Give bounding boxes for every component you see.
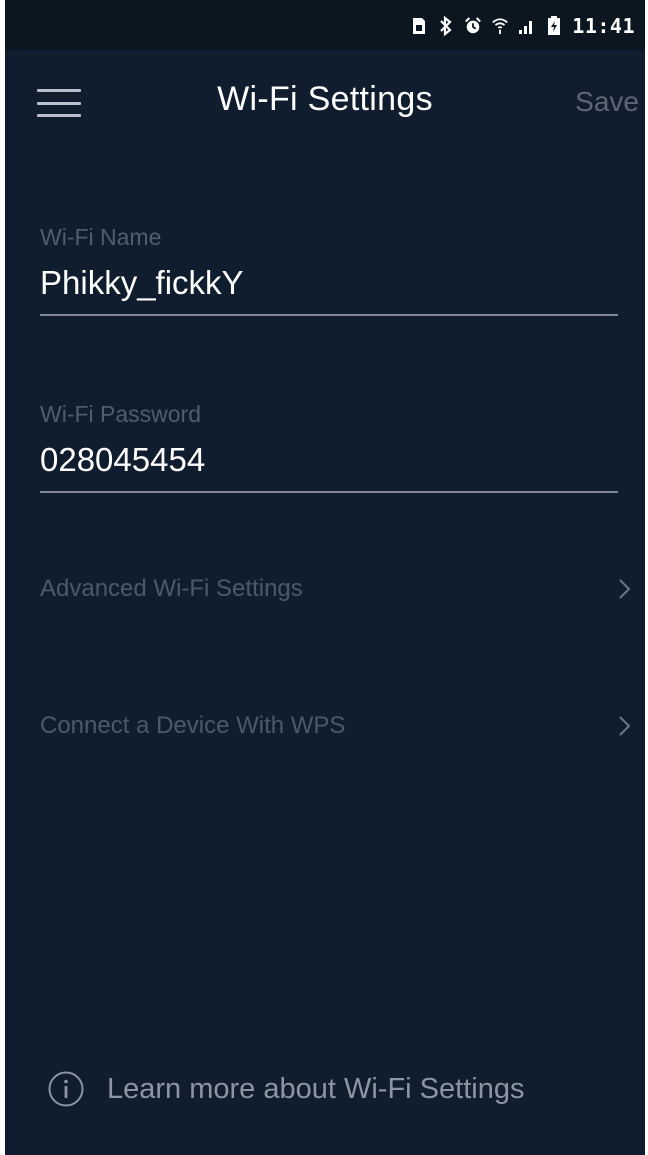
wifi-name-input[interactable] [40,264,618,316]
status-icons: 11:41 [410,14,635,38]
chevron-right-icon [618,577,632,601]
advanced-wifi-settings-label: Advanced Wi-Fi Settings [40,575,303,602]
advanced-wifi-settings-row[interactable]: Advanced Wi-Fi Settings [40,567,632,611]
wifi-icon [491,16,509,36]
bluetooth-icon [437,16,455,36]
chevron-right-icon [618,714,632,738]
wifi-settings-screen: 11:41 Wi-Fi Settings Save Wi-Fi Name Wi-… [5,0,645,1155]
status-bar: 11:41 [5,0,645,50]
wifi-password-field: Wi-Fi Password [40,401,618,493]
signal-icon [518,16,536,36]
info-icon [47,1070,85,1108]
wifi-name-field: Wi-Fi Name [40,224,618,316]
learn-more-label: Learn more about Wi-Fi Settings [107,1072,525,1105]
battery-icon [545,16,563,36]
save-button[interactable]: Save [575,86,639,118]
wifi-password-label: Wi-Fi Password [40,401,202,427]
status-time: 11:41 [572,14,635,38]
wifi-name-label: Wi-Fi Name [40,224,162,250]
learn-more-link[interactable]: Learn more about Wi-Fi Settings [47,1070,524,1108]
connect-device-wps-row[interactable]: Connect a Device With WPS [40,704,632,748]
connect-device-wps-label: Connect a Device With WPS [40,712,346,739]
alarm-icon [464,16,482,36]
sim-card-icon [410,16,428,36]
wifi-password-input[interactable] [40,441,618,493]
page-title: Wi-Fi Settings [217,80,433,118]
